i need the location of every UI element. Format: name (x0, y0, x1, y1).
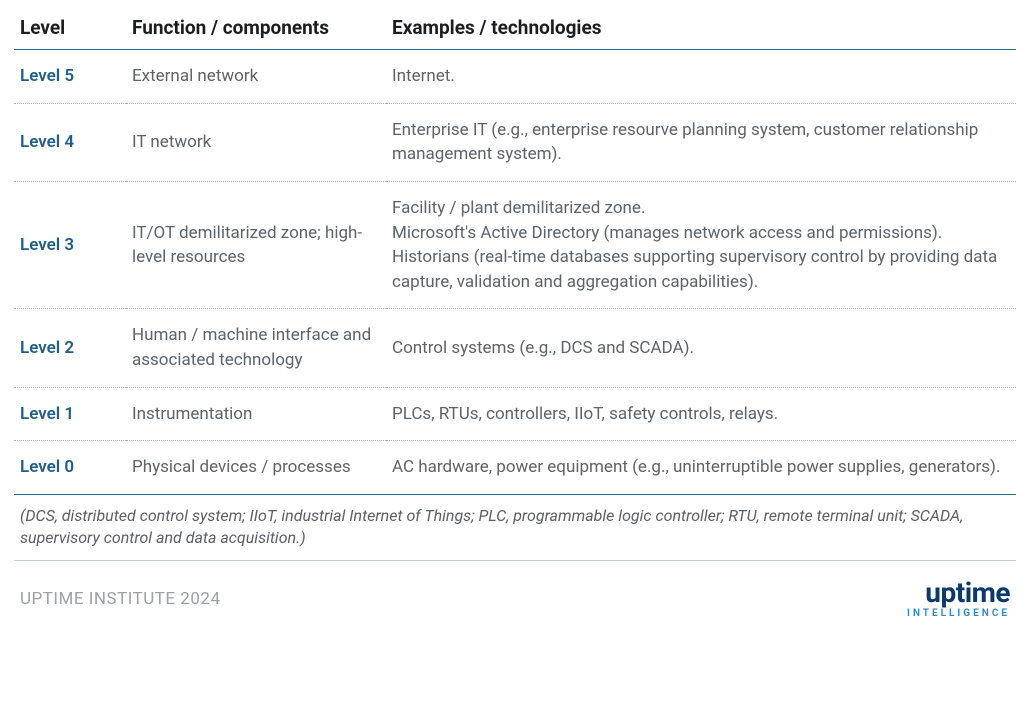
logo-top-text: uptime (925, 579, 1010, 607)
cell-level: Level 3 (14, 181, 126, 309)
cell-function: Human / machine interface and associated… (126, 309, 386, 387)
cell-examples: Facility / plant demilitarized zone.Micr… (386, 181, 1016, 309)
table-row: Level 5 External network Internet. (14, 50, 1016, 104)
header-level: Level (14, 8, 126, 50)
purdue-model-table: Level Function / components Examples / t… (14, 8, 1016, 495)
table-row: Level 0 Physical devices / processes AC … (14, 441, 1016, 495)
cell-examples: Internet. (386, 50, 1016, 104)
cell-examples: AC hardware, power equipment (e.g., unin… (386, 441, 1016, 495)
cell-level: Level 5 (14, 50, 126, 104)
footer: UPTIME INSTITUTE 2024 uptime INTELLIGENC… (14, 561, 1016, 625)
cell-level: Level 0 (14, 441, 126, 495)
table-row: Level 4 IT network Enterprise IT (e.g., … (14, 103, 1016, 181)
cell-examples: Enterprise IT (e.g., enterprise resourve… (386, 103, 1016, 181)
footer-copyright: UPTIME INSTITUTE 2024 (20, 589, 221, 609)
uptime-logo: uptime INTELLIGENCE (907, 579, 1010, 619)
cell-level: Level 1 (14, 387, 126, 441)
logo-bottom-text: INTELLIGENCE (907, 609, 1010, 619)
header-function: Function / components (126, 8, 386, 50)
table-row: Level 3 IT/OT demilitarized zone; high-l… (14, 181, 1016, 309)
cell-level: Level 2 (14, 309, 126, 387)
table-body: Level 5 External network Internet. Level… (14, 50, 1016, 495)
cell-function: External network (126, 50, 386, 104)
cell-function: Physical devices / processes (126, 441, 386, 495)
footnote: (DCS, distributed control system; IIoT, … (14, 495, 1016, 561)
cell-function: IT network (126, 103, 386, 181)
cell-function: Instrumentation (126, 387, 386, 441)
cell-examples: Control systems (e.g., DCS and SCADA). (386, 309, 1016, 387)
header-examples: Examples / technologies (386, 8, 1016, 50)
cell-examples: PLCs, RTUs, controllers, IIoT, safety co… (386, 387, 1016, 441)
cell-level: Level 4 (14, 103, 126, 181)
table-row: Level 2 Human / machine interface and as… (14, 309, 1016, 387)
table-row: Level 1 Instrumentation PLCs, RTUs, cont… (14, 387, 1016, 441)
cell-function: IT/OT demilitarized zone; high-level res… (126, 181, 386, 309)
